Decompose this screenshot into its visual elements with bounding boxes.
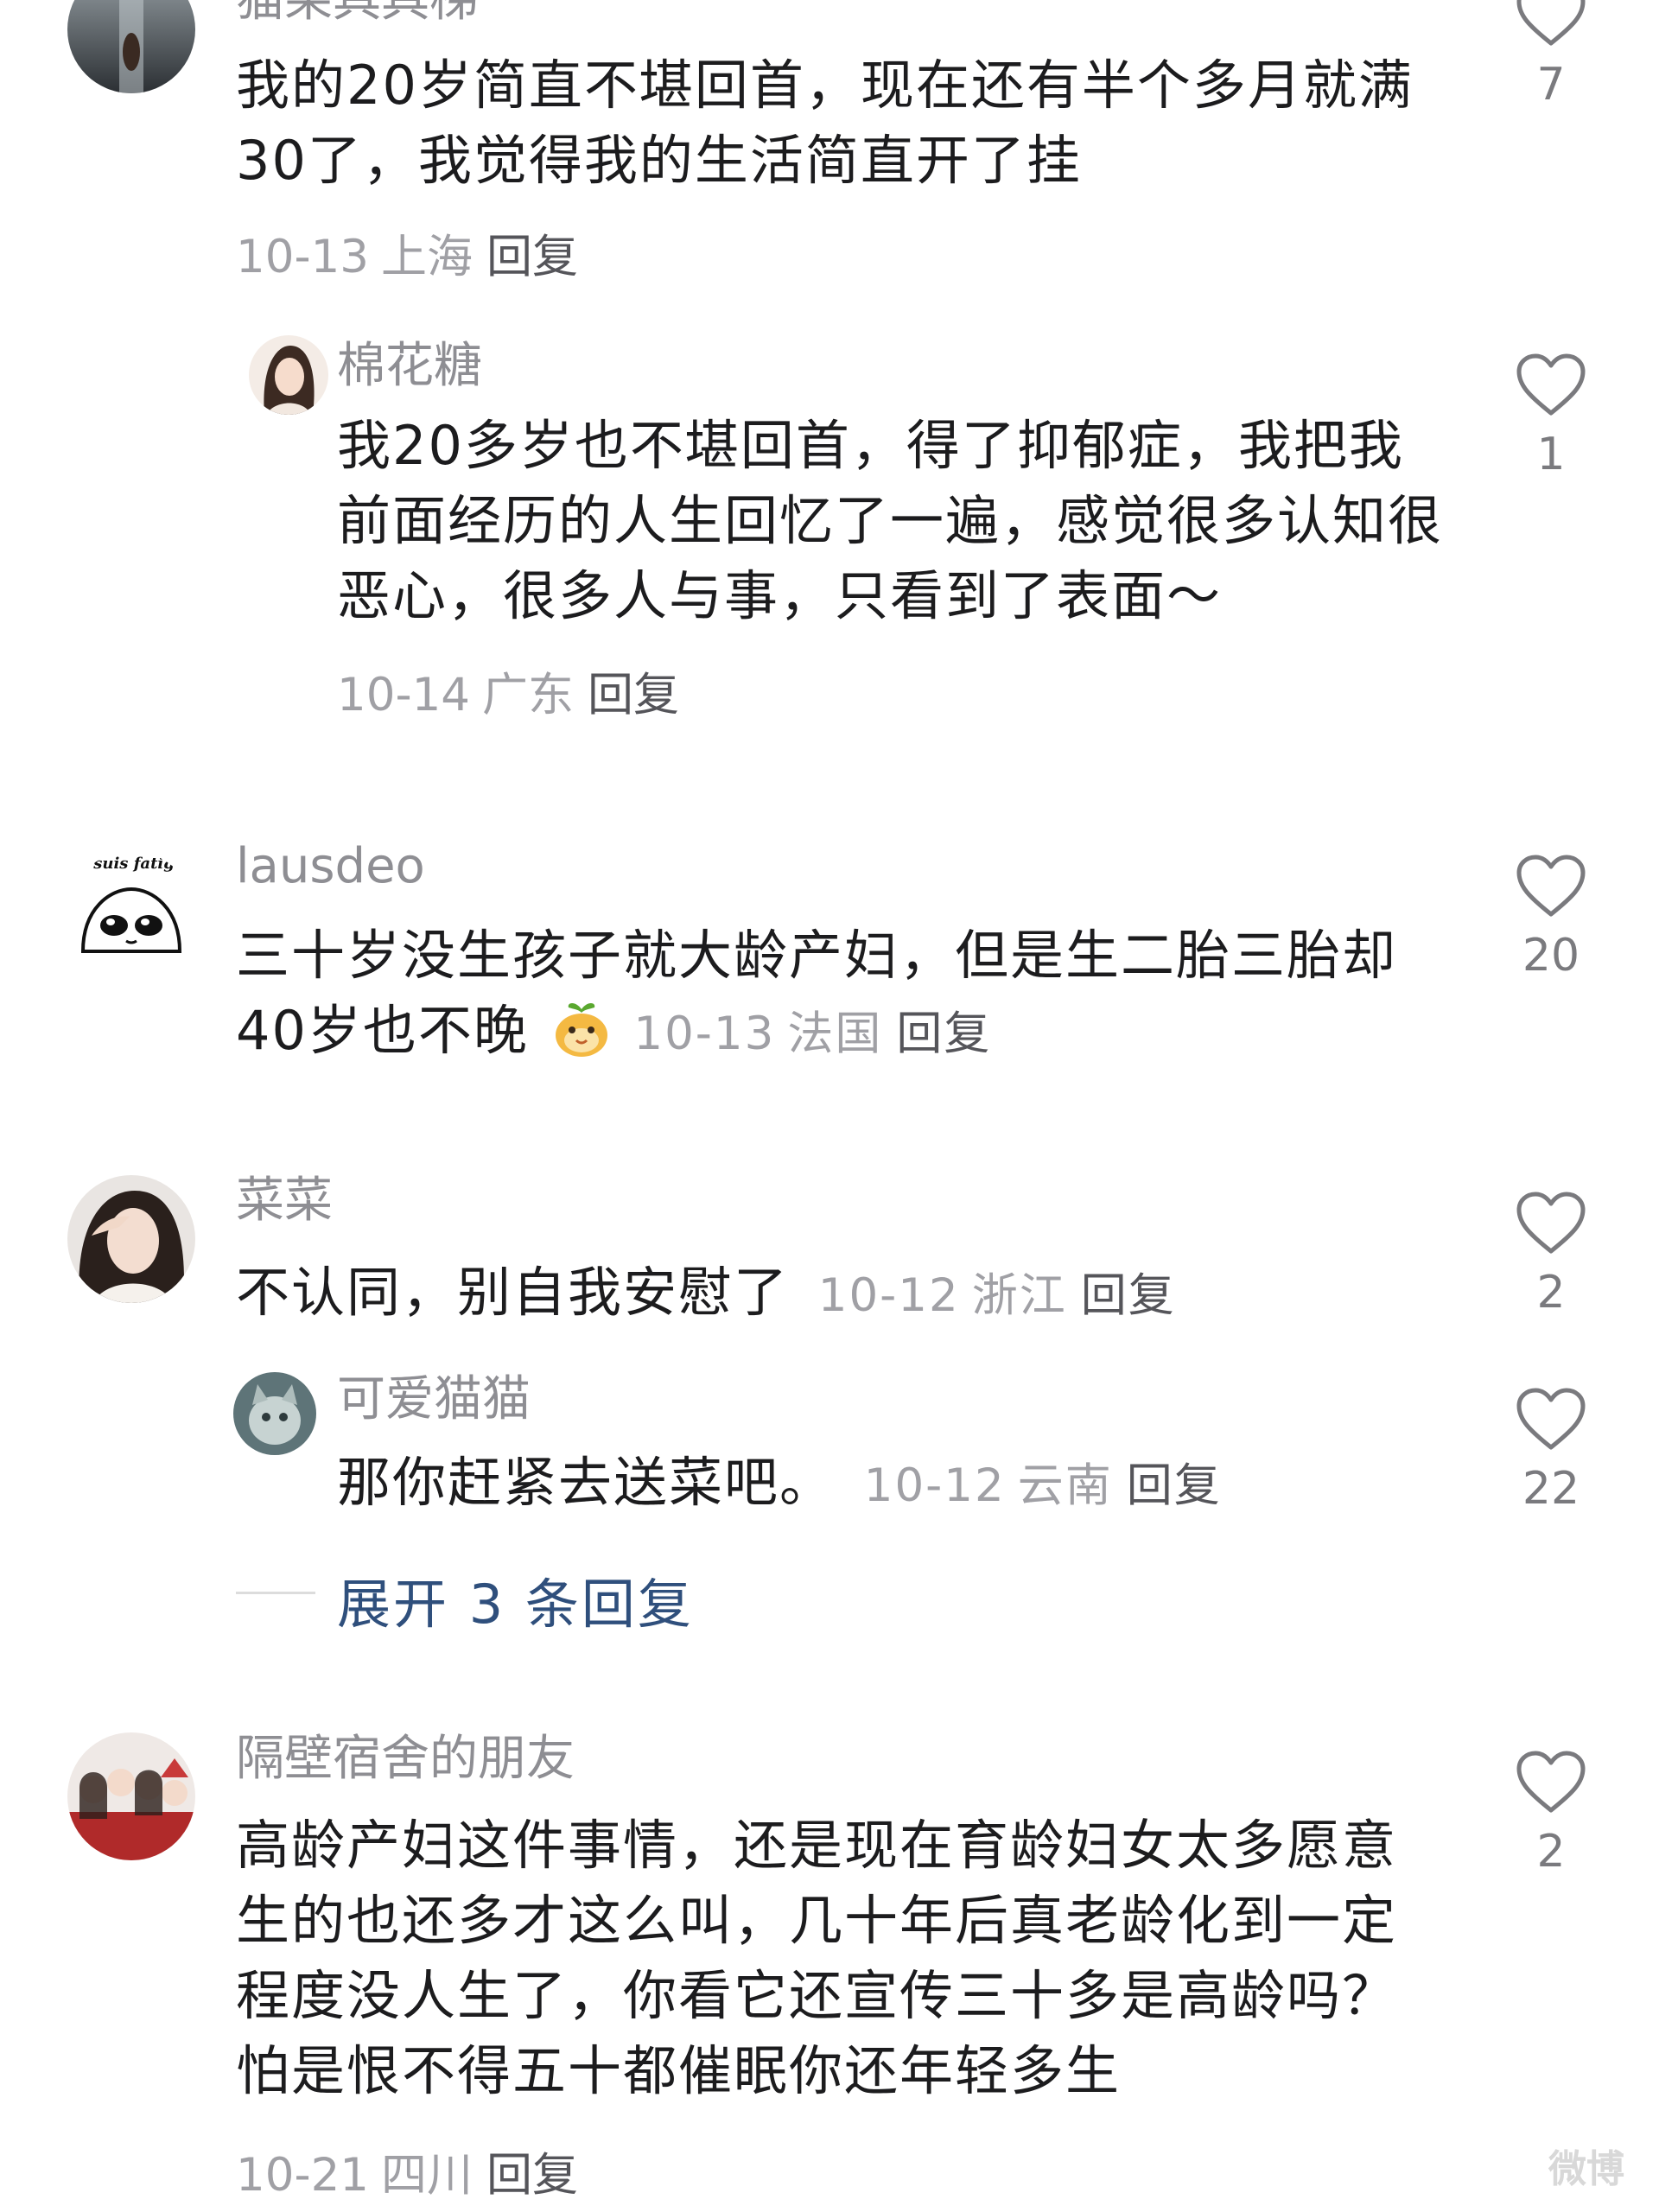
comment-date: 10-21 xyxy=(236,2149,370,2202)
avatar-photo xyxy=(249,335,328,415)
reply-button[interactable]: 回复 xyxy=(486,231,578,283)
reply-text-body: 那你赶紧去送菜吧。 xyxy=(337,1451,836,1514)
comment-region: 法国 xyxy=(787,1007,883,1060)
comment-date: 10-13 xyxy=(236,231,370,283)
like-button[interactable]: 1 xyxy=(1503,353,1599,480)
avatar[interactable] xyxy=(67,0,195,93)
avatar[interactable] xyxy=(67,1175,195,1303)
reply-text: 那你赶紧去送菜吧。 10-12 云南 回复 xyxy=(337,1445,1452,1523)
comment-text: 不认同，别自我安慰了 10-12 浙江 回复 xyxy=(236,1255,1437,1333)
avatar[interactable]: je suis fatigué xyxy=(67,851,195,979)
reply-button[interactable]: 回复 xyxy=(1081,1269,1176,1322)
reply-text: 我20多岁也不堪回首，得了抑郁症，我把我前面经历的人生回忆了一遍，感觉很多认知很… xyxy=(337,414,1444,627)
heart-outline-icon xyxy=(1516,0,1586,46)
reply-meta: 10-14 广东 回复 xyxy=(337,658,679,724)
reply-date: 10-12 xyxy=(863,1459,1006,1512)
avatar-photo xyxy=(67,1732,195,1860)
reply-button[interactable]: 回复 xyxy=(1127,1459,1222,1512)
comment-text: 高龄产妇这件事情，还是现在育龄妇女太多愿意生的也还多才这么叫，几十年后真老龄化到… xyxy=(236,1814,1398,2102)
like-count: 2 xyxy=(1536,1267,1566,1319)
like-button[interactable]: 20 xyxy=(1503,854,1599,982)
comment-date: 10-12 xyxy=(817,1269,960,1322)
avatar[interactable] xyxy=(233,1372,316,1455)
heart-outline-icon xyxy=(1516,1388,1586,1450)
comment-meta: 10-12 浙江 回复 xyxy=(818,1269,1176,1322)
reply-region: 广东 xyxy=(482,669,575,721)
reply-button[interactable]: 回复 xyxy=(486,2149,578,2202)
comment-username[interactable]: 隔壁宿舍的朋友 xyxy=(236,1735,575,1783)
avatar-photo xyxy=(67,1175,195,1303)
comment-username[interactable]: lausdeo xyxy=(236,842,425,891)
comment-username[interactable]: 菜菜 xyxy=(236,1177,333,1225)
avatar-caption: je suis fatigué xyxy=(73,855,195,873)
comment-text: 三十岁没生孩子就大龄产妇，但是生二胎三胎却40岁也不晚 10-13 法国 回复 xyxy=(236,918,1437,1071)
reply-username[interactable]: 可爱猫猫 xyxy=(337,1376,531,1424)
like-count: 22 xyxy=(1522,1463,1580,1515)
comment-date: 10-13 xyxy=(633,1007,776,1060)
expand-replies-button[interactable]: 展开 3 条回复 xyxy=(337,1560,694,1638)
weibo-watermark: 微博 xyxy=(1548,2147,1624,2191)
avatar-photo xyxy=(233,1372,316,1455)
heart-outline-icon xyxy=(1516,855,1586,917)
comment-meta: 10-13 法国 回复 xyxy=(633,1007,991,1060)
comment-username[interactable]: 猫果具具梯 xyxy=(236,0,478,24)
comment-meta: 10-21 四川 回复 xyxy=(236,2139,578,2204)
like-button[interactable]: 2 xyxy=(1503,1750,1599,1878)
like-button[interactable]: 22 xyxy=(1503,1387,1599,1515)
comment-text-body: 不认同，别自我安慰了 xyxy=(236,1261,790,1324)
avatar-photo xyxy=(67,0,195,93)
heart-outline-icon xyxy=(1516,1751,1586,1813)
comment-region: 四川 xyxy=(381,2149,474,2202)
comment-region: 浙江 xyxy=(971,1269,1067,1322)
reply-username[interactable]: 棉花糖 xyxy=(337,342,482,391)
like-count: 7 xyxy=(1536,59,1566,111)
like-button[interactable]: 7 xyxy=(1503,0,1599,111)
comment-meta: 10-13 上海 回复 xyxy=(236,220,578,286)
heart-outline-icon xyxy=(1516,353,1586,416)
like-button[interactable]: 2 xyxy=(1503,1191,1599,1319)
like-count: 2 xyxy=(1536,1826,1566,1878)
sprout-face-emoji-icon xyxy=(555,1003,607,1057)
reply-button[interactable]: 回复 xyxy=(588,669,679,721)
expand-divider xyxy=(236,1592,315,1594)
reply-meta: 10-12 云南 回复 xyxy=(864,1459,1222,1512)
like-count: 1 xyxy=(1536,429,1566,480)
crying-face-icon xyxy=(80,887,182,953)
comment-region: 上海 xyxy=(381,231,474,283)
comment-text: 我的20岁简直不堪回首，现在还有半个多月就满30了，我觉得我的生活简直开了挂 xyxy=(236,54,1414,192)
avatar[interactable] xyxy=(67,1732,195,1860)
avatar[interactable] xyxy=(249,335,328,415)
reply-date: 10-14 xyxy=(337,669,471,721)
reply-region: 云南 xyxy=(1017,1459,1113,1512)
heart-outline-icon xyxy=(1516,1192,1586,1254)
like-count: 20 xyxy=(1522,930,1580,982)
reply-button[interactable]: 回复 xyxy=(896,1007,991,1060)
